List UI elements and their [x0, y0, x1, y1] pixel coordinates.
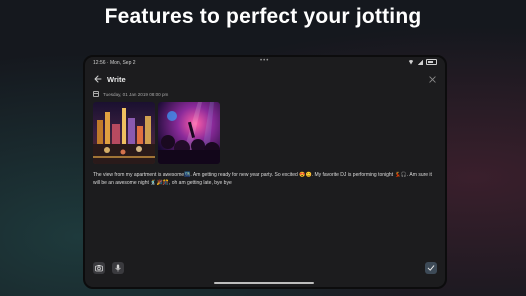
- status-time: 12:56 · Mon, Sep 2: [93, 60, 136, 66]
- note-date-text: Tuesday, 01 Jan 2019 08:00 pm: [103, 91, 169, 97]
- note-date[interactable]: Tuesday, 01 Jan 2019 08:00 pm: [93, 91, 168, 97]
- city-night-photo[interactable]: [93, 102, 155, 164]
- device-screen: 12:56 · Mon, Sep 2 ••• Write Tuesday, 01…: [83, 55, 447, 289]
- page-title: Write: [107, 75, 126, 84]
- done-button[interactable]: [425, 262, 437, 274]
- checkmark-icon: [427, 265, 435, 271]
- home-indicator[interactable]: [214, 282, 314, 284]
- camera-button[interactable]: [93, 262, 105, 274]
- multitask-dots[interactable]: •••: [260, 58, 269, 64]
- note-body-text[interactable]: The view from my apartment is awesome🌃. …: [93, 171, 435, 187]
- back-arrow-icon[interactable]: [93, 74, 103, 84]
- calendar-icon: [93, 91, 99, 97]
- microphone-button[interactable]: [112, 262, 124, 274]
- signal-icon: [417, 59, 423, 65]
- app-bar: Write: [85, 71, 445, 89]
- promo-headline: Features to perfect your jotting: [104, 5, 422, 28]
- close-icon[interactable]: [428, 75, 437, 84]
- status-icons: [408, 59, 437, 65]
- concert-crowd-photo[interactable]: [158, 102, 220, 164]
- status-bar: 12:56 · Mon, Sep 2 •••: [85, 57, 445, 69]
- camera-icon: [95, 265, 103, 272]
- wifi-icon: [408, 59, 414, 65]
- microphone-icon: [115, 264, 121, 272]
- battery-icon: [426, 59, 437, 65]
